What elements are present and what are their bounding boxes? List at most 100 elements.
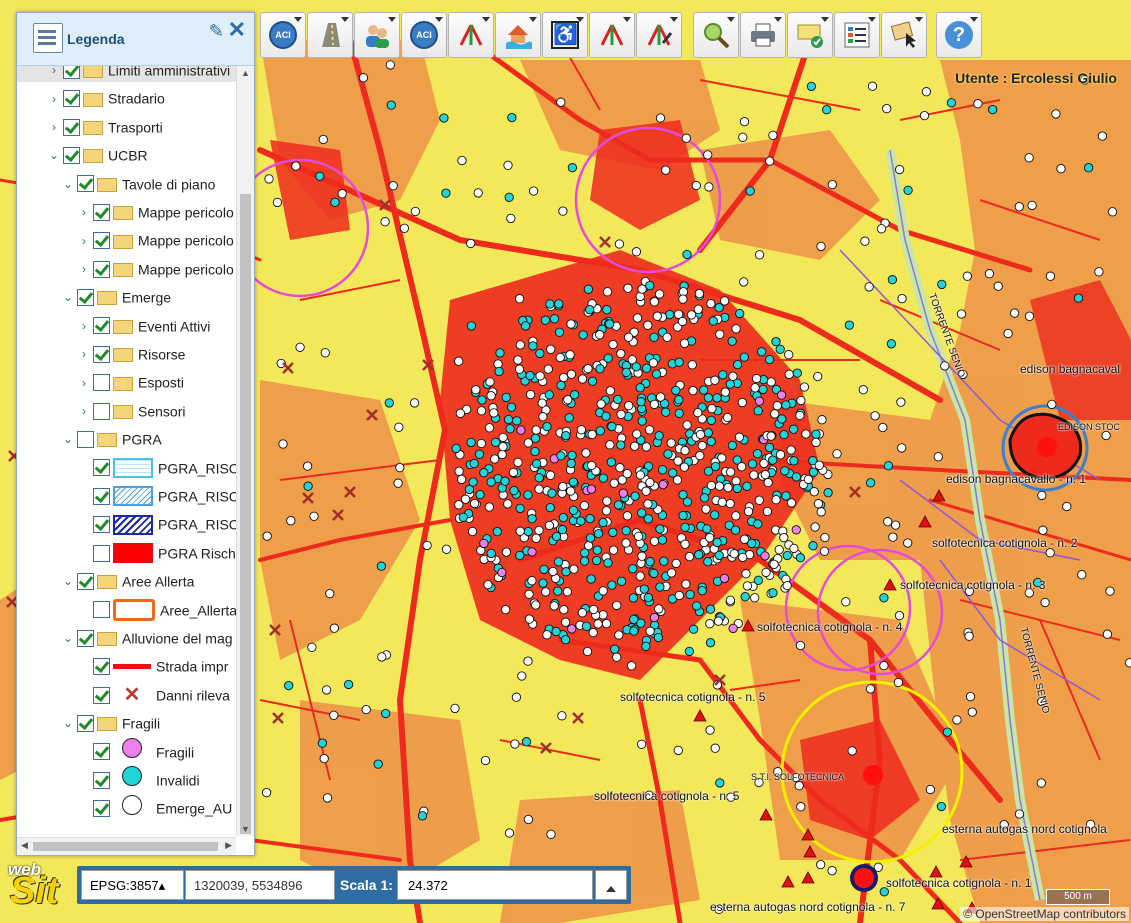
layer-checkbox[interactable] (93, 260, 110, 278)
layer-checkbox[interactable] (63, 118, 80, 136)
expand-toggle-icon[interactable]: ⌄ (61, 284, 75, 310)
layer-checkbox[interactable] (93, 544, 110, 562)
legend-row[interactable]: ⌄ Tavole di piano (17, 170, 236, 196)
expand-toggle-icon[interactable]: ⌄ (61, 625, 75, 651)
users-button[interactable] (354, 12, 400, 58)
legend-vertical-scrollbar[interactable]: ▲ ▼ (236, 66, 254, 836)
scale-dropdown-button[interactable] (595, 870, 627, 900)
legend-row[interactable]: ⌄ PGRA (17, 425, 236, 451)
layer-checkbox[interactable] (93, 402, 110, 420)
expand-toggle-icon[interactable]: › (47, 114, 61, 140)
expand-toggle-icon[interactable]: › (77, 341, 91, 367)
expand-toggle-icon[interactable]: › (47, 66, 61, 83)
layer-checkbox[interactable] (93, 317, 110, 335)
expand-toggle-icon[interactable]: › (77, 313, 91, 339)
epsg-select[interactable]: EPSG:3857▴ (81, 870, 184, 900)
layer-checkbox[interactable] (93, 771, 110, 789)
layer-checkbox[interactable] (77, 714, 94, 732)
layer-checkbox[interactable] (77, 430, 94, 448)
scroll-up-icon[interactable]: ▲ (241, 68, 250, 78)
layer-checkbox[interactable] (77, 288, 94, 306)
legend-row[interactable]: › Mappe pericolo (17, 255, 236, 281)
expand-toggle-icon[interactable]: ⌄ (61, 568, 75, 594)
search-button[interactable] (693, 12, 739, 58)
scale-input[interactable]: 24.372 (397, 870, 593, 900)
close-icon[interactable]: ✕ (228, 17, 246, 43)
scroll-right-icon[interactable]: ▶ (225, 840, 232, 851)
expand-toggle-icon[interactable]: › (77, 199, 91, 225)
layer-checkbox[interactable] (93, 516, 110, 534)
legend-row[interactable]: › Trasporti (17, 113, 236, 139)
coordinates-field[interactable]: 1320039, 5534896 (185, 870, 335, 900)
road-button[interactable] (307, 12, 353, 58)
scroll-left-icon[interactable]: ◀ (21, 840, 28, 851)
flood-house-button[interactable] (495, 12, 541, 58)
aci-button[interactable]: ACI (260, 12, 306, 58)
route-button[interactable] (448, 12, 494, 58)
legend-row[interactable]: ⌄ UCBR (17, 141, 236, 167)
layer-checkbox[interactable] (93, 658, 110, 676)
expand-toggle-icon[interactable]: › (77, 256, 91, 282)
layer-checkbox[interactable] (77, 629, 94, 647)
legend-row[interactable]: › Eventi Attivi (17, 312, 236, 338)
legend-row[interactable]: › Mappe pericolo (17, 198, 236, 224)
message-button[interactable] (787, 12, 833, 58)
route-button-2[interactable] (589, 12, 635, 58)
legend-row[interactable]: Fragili (17, 737, 236, 764)
legend-row[interactable]: › Stradario (17, 84, 236, 110)
layer-checkbox[interactable] (93, 686, 110, 704)
legend-row[interactable]: › Risorse (17, 340, 236, 366)
legend-row[interactable]: › Mappe pericolo (17, 226, 236, 252)
legend-row[interactable]: PGRA Risch (17, 539, 236, 565)
legend-row[interactable]: Strada impr (17, 652, 236, 678)
legend-horizontal-scrollbar[interactable]: ◀ ▶ (17, 837, 236, 855)
layer-checkbox[interactable] (93, 800, 110, 818)
legend-row[interactable]: Invalidi (17, 766, 236, 792)
select-button[interactable] (881, 12, 927, 58)
legend-row[interactable]: Aree_Allerta (17, 596, 236, 622)
legend-row[interactable]: ✕ Danni rileva (17, 681, 236, 707)
legend-row[interactable]: ⌄ Fragili (17, 709, 236, 735)
layer-checkbox[interactable] (93, 203, 110, 221)
print-button[interactable] (740, 12, 786, 58)
hazard-point[interactable] (863, 765, 883, 785)
accessibility-button[interactable]: ♿ (542, 12, 588, 58)
layer-checkbox[interactable] (93, 487, 110, 505)
legend-row[interactable]: › Limiti amministrativi (17, 66, 236, 82)
help-button[interactable]: ? (936, 12, 982, 58)
layer-checkbox[interactable] (63, 90, 80, 108)
layer-checkbox[interactable] (93, 232, 110, 250)
legend-row[interactable]: PGRA_RISC (17, 482, 236, 508)
scrollbar-thumb[interactable] (33, 842, 218, 851)
legend-row[interactable]: PGRA_RISC (17, 454, 236, 480)
aci-button-2[interactable]: ACI (401, 12, 447, 58)
expand-toggle-icon[interactable]: › (47, 86, 61, 112)
legend-row[interactable]: PGRA_RISC (17, 510, 236, 536)
route-edit-button[interactable] (636, 12, 682, 58)
layer-checkbox[interactable] (93, 374, 110, 392)
expand-toggle-icon[interactable]: ⌄ (61, 171, 75, 197)
legend-row[interactable]: Emerge_AU (17, 794, 236, 820)
expand-toggle-icon[interactable]: › (77, 228, 91, 254)
legend-header[interactable]: Legenda ✎ ✕ (17, 13, 254, 66)
legend-row[interactable]: ⌄ Emerge (17, 283, 236, 309)
layer-checkbox[interactable] (63, 66, 80, 79)
legend-row[interactable]: ⌄ Aree Allerta (17, 567, 236, 593)
expand-toggle-icon[interactable]: ⌄ (47, 142, 61, 168)
attribution[interactable]: © OpenStreetMap contributors (960, 907, 1129, 921)
layer-checkbox[interactable] (93, 743, 110, 761)
legend-row[interactable]: › Sensori (17, 397, 236, 423)
expand-toggle-icon[interactable]: › (77, 370, 91, 396)
legend-row[interactable]: › Esposti (17, 368, 236, 394)
expand-toggle-icon[interactable]: ⌄ (61, 710, 75, 736)
layer-checkbox[interactable] (93, 459, 110, 477)
legend-row[interactable]: ⌄ Alluvione del mag (17, 624, 236, 650)
layer-checkbox[interactable] (77, 175, 94, 193)
layer-checkbox[interactable] (93, 601, 110, 619)
expand-toggle-icon[interactable]: ⌄ (61, 426, 75, 452)
layer-checkbox[interactable] (77, 572, 94, 590)
layer-checkbox[interactable] (63, 146, 80, 164)
legend-list-button[interactable] (834, 12, 880, 58)
hazard-point[interactable] (1037, 437, 1057, 457)
layer-checkbox[interactable] (93, 345, 110, 363)
